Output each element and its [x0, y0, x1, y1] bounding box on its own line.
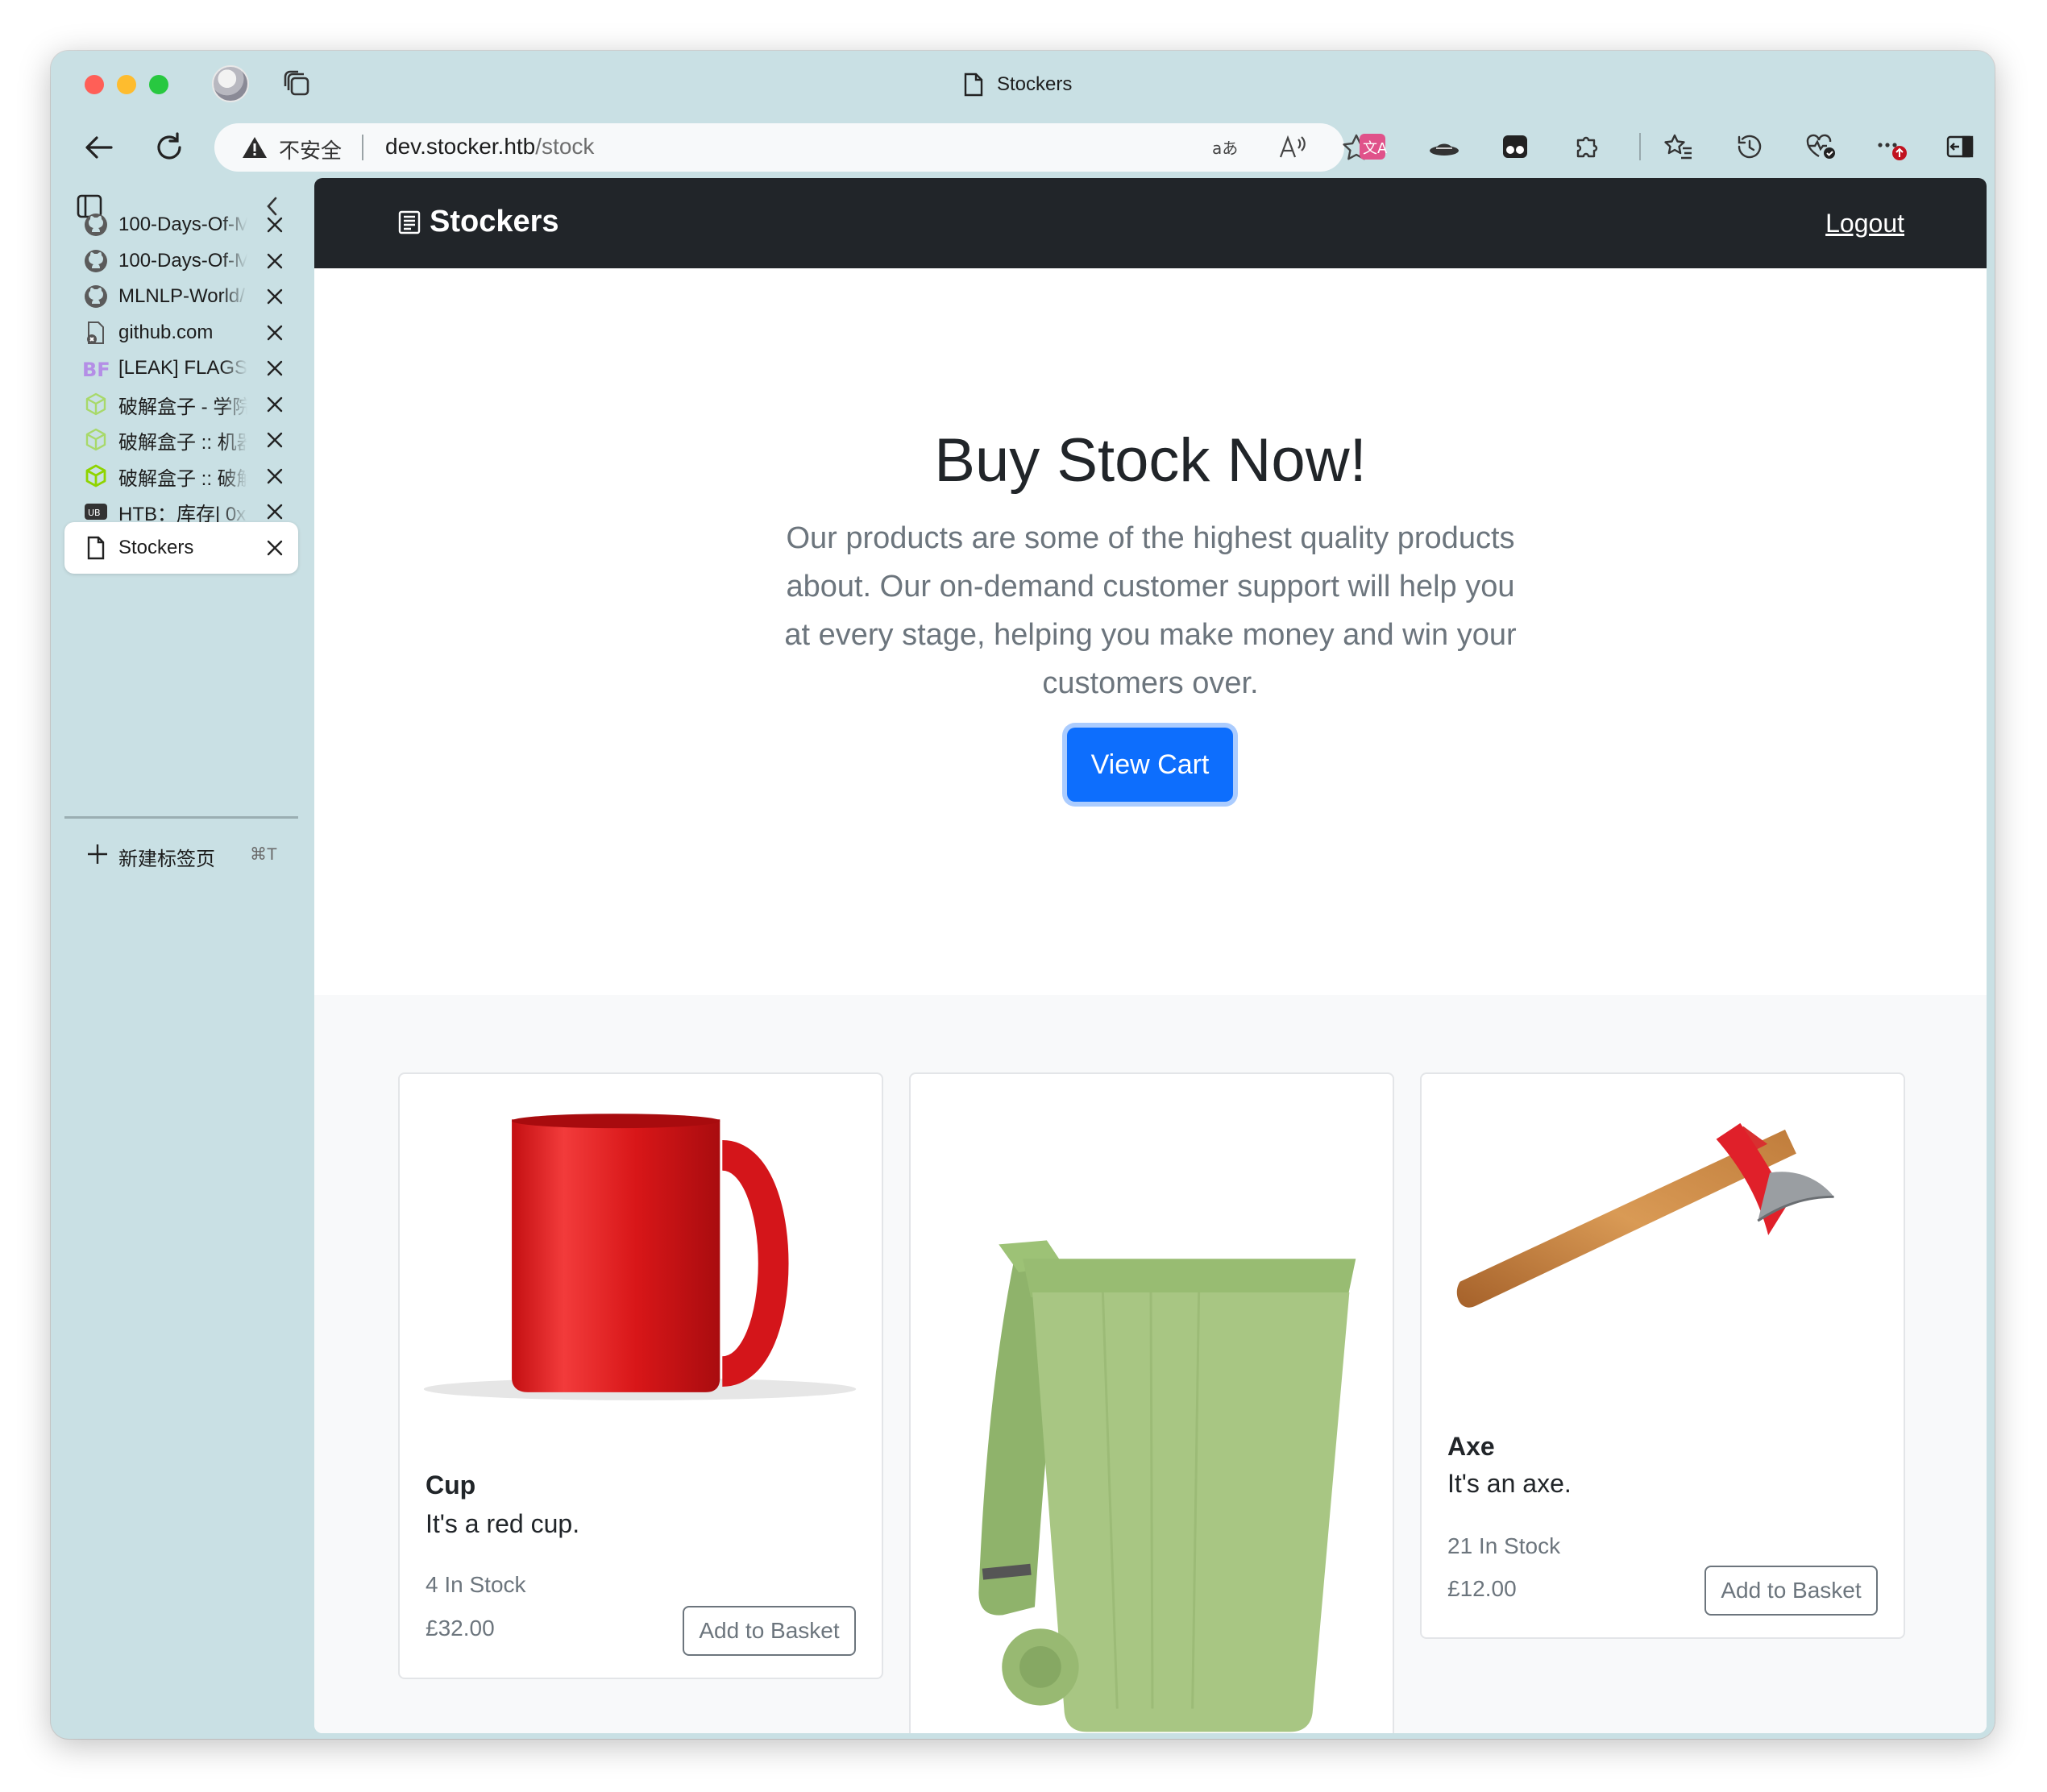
translate-icon[interactable]: aあ — [1210, 133, 1241, 162]
svg-text:BF: BF — [82, 359, 110, 380]
close-icon[interactable] — [264, 214, 285, 235]
hero-section: Buy Stock Now! Our products are some of … — [314, 268, 1987, 995]
extensions-puzzle-icon[interactable] — [1565, 126, 1607, 168]
close-icon[interactable] — [264, 537, 285, 558]
url-host: dev.stocker.htb — [385, 134, 536, 159]
close-icon[interactable] — [264, 501, 285, 522]
browser-window: Stockers 不安全 dev.stocker.htb/stock aあ 文A — [51, 51, 1995, 1739]
product-card-axe: Axe It's an axe. 21 In Stock £12.00 Add … — [1420, 1072, 1905, 1639]
product-card-bin — [909, 1072, 1394, 1733]
product-name: Axe — [1447, 1432, 1495, 1461]
svg-text:aあ: aあ — [1212, 139, 1238, 158]
page-icon — [82, 534, 110, 562]
security-label[interactable]: 不安全 — [279, 135, 342, 164]
brand-name: Stockers — [430, 205, 559, 239]
axe-image — [1456, 1122, 1834, 1308]
tab-actions-icon[interactable] — [281, 68, 313, 101]
add-to-basket-button[interactable]: Add to Basket — [683, 1606, 856, 1656]
newspaper-icon — [398, 210, 421, 234]
product-description: It's a red cup. — [426, 1509, 580, 1538]
window-title-text: Stockers — [997, 73, 1073, 95]
product-stock: 4 In Stock — [426, 1572, 526, 1597]
close-icon[interactable] — [264, 429, 285, 450]
sidebar-tab-label: MLNLP-World/ — [118, 285, 245, 307]
hackthebox-icon — [82, 426, 110, 454]
github-icon — [82, 283, 110, 310]
green-bin-image — [978, 1240, 1356, 1732]
page-icon — [964, 73, 983, 97]
profile-avatar[interactable] — [212, 65, 249, 102]
address-separator — [362, 135, 363, 160]
view-cart-button[interactable]: View Cart — [1067, 728, 1233, 802]
close-icon[interactable] — [264, 251, 285, 272]
hero-lead: Our products are some of the highest qua… — [784, 521, 1517, 700]
sidebar-tab-label: Stockers — [118, 537, 194, 558]
plus-icon — [88, 844, 107, 864]
sidebar-icon[interactable] — [1939, 126, 1981, 168]
product-price: £32.00 — [426, 1616, 495, 1641]
product-stock: 21 In Stock — [1447, 1533, 1561, 1558]
performance-icon[interactable] — [1800, 126, 1841, 168]
address-bar[interactable]: 不安全 dev.stocker.htb/stock aあ — [214, 123, 1370, 172]
url-text[interactable]: dev.stocker.htb/stock — [385, 134, 594, 160]
red-cup-image — [423, 1114, 857, 1400]
sidebar-tab[interactable]: Stockers — [64, 522, 298, 574]
close-icon[interactable] — [264, 322, 285, 343]
close-window-button[interactable] — [85, 75, 104, 94]
title-bar: Stockers — [51, 51, 1995, 115]
logout-link[interactable]: Logout — [1825, 209, 1904, 239]
add-to-basket-button[interactable]: Add to Basket — [1704, 1566, 1878, 1616]
warning-icon[interactable] — [242, 135, 268, 160]
product-card-cup: Cup It's a red cup. 4 In Stock £32.00 Ad… — [398, 1072, 883, 1679]
hero-title: Buy Stock Now! — [934, 426, 1367, 495]
back-icon[interactable] — [79, 127, 119, 168]
extension-glasses-icon[interactable] — [1494, 126, 1536, 168]
minimize-window-button[interactable] — [117, 75, 136, 94]
svg-text:UB: UB — [88, 508, 101, 518]
product-price: £12.00 — [1447, 1576, 1517, 1601]
sidebar-tab-label: 100-Days-Of-ML-Code — [118, 250, 247, 272]
url-path: /stock — [535, 134, 595, 159]
toolbar-separator — [1639, 133, 1641, 160]
reload-icon[interactable] — [149, 127, 189, 168]
product-name: Cup — [426, 1471, 476, 1500]
favorites-list-icon[interactable] — [1658, 126, 1700, 168]
sidebar-tab-label: [LEAK] FLAGS — [118, 357, 247, 379]
new-tab-button[interactable]: 新建标签页 ⌘T — [64, 828, 298, 880]
htb-dark-icon: UB — [82, 498, 110, 525]
sidebar-divider — [64, 816, 298, 819]
close-icon[interactable] — [264, 466, 285, 487]
read-aloud-icon[interactable] — [1277, 133, 1307, 162]
site-navbar: Stockers Logout — [314, 178, 1987, 268]
maximize-window-button[interactable] — [149, 75, 168, 94]
bf-icon: BF — [82, 355, 110, 382]
close-icon[interactable] — [264, 358, 285, 379]
history-icon[interactable] — [1729, 126, 1771, 168]
new-tab-shortcut: ⌘T — [250, 845, 277, 864]
product-description: It's an axe. — [1447, 1469, 1572, 1498]
more-icon[interactable] — [1871, 126, 1912, 168]
products-section: Cup It's a red cup. 4 In Stock £32.00 Ad… — [314, 995, 1987, 1733]
sidebar-tab-label: 100-Days-Of-ML-Code — [118, 214, 247, 235]
close-icon[interactable] — [264, 286, 285, 307]
close-icon[interactable] — [264, 394, 285, 415]
extension-translate-icon[interactable]: 文A — [1352, 126, 1393, 168]
svg-text:文A: 文A — [1363, 140, 1387, 157]
site-brand[interactable]: Stockers — [397, 205, 559, 239]
sidebar-tab-label: github.com — [118, 321, 214, 343]
extension-hat-icon[interactable] — [1423, 126, 1465, 168]
web-page: Stockers Logout Buy Stock Now! Our produ… — [314, 178, 1987, 1733]
github-icon — [82, 211, 110, 239]
window-title: Stockers — [961, 70, 1072, 99]
new-tab-label: 新建标签页 — [118, 848, 215, 870]
